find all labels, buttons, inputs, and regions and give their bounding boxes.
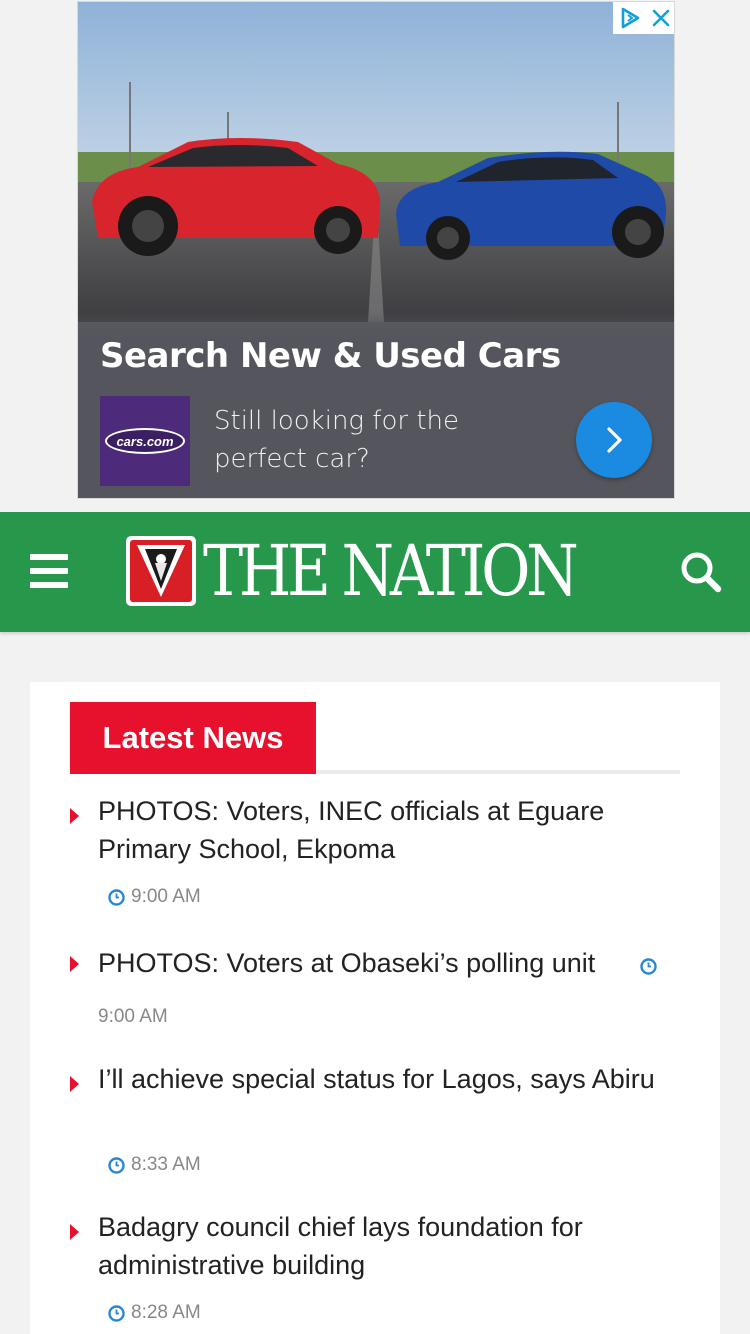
ad-open-button[interactable] <box>576 402 652 478</box>
menu-button[interactable] <box>30 554 68 588</box>
news-timestamp: 8:28 AM <box>108 1302 201 1324</box>
bullet-arrow-icon <box>70 1076 79 1092</box>
nation-emblem-icon <box>126 536 196 606</box>
section-tabs: Latest News <box>70 702 680 774</box>
adchoices-icon[interactable] <box>618 6 642 30</box>
site-header: THE NATION <box>0 512 750 632</box>
search-icon <box>681 552 722 593</box>
site-logo[interactable]: THE NATION <box>125 534 635 608</box>
bullet-arrow-icon <box>70 956 79 972</box>
advertiser-logo[interactable]: cars.com <box>100 396 190 486</box>
chevron-right-icon <box>607 427 622 453</box>
advertisement-banner[interactable]: Search New & Used Cars cars.com Still lo… <box>77 1 675 499</box>
bullet-arrow-icon <box>70 808 79 824</box>
clock-icon <box>640 958 657 975</box>
tab-latest-news[interactable]: Latest News <box>70 702 316 774</box>
news-headline[interactable]: I’ll achieve special status for Lagos, s… <box>98 1060 658 1098</box>
news-timestamp: 9:00 AM <box>98 1006 168 1028</box>
search-button[interactable] <box>678 549 724 595</box>
advertiser-logo-text: cars.com <box>105 428 185 454</box>
news-timestamp: 8:33 AM <box>108 1154 201 1176</box>
clock-icon <box>108 1304 125 1322</box>
news-headline[interactable]: PHOTOS: Voters, INEC officials at Eguare… <box>98 792 658 868</box>
news-time: 9:00 AM <box>131 886 201 907</box>
clock-icon <box>108 1156 125 1174</box>
news-time: 8:33 AM <box>131 1154 201 1175</box>
news-headline[interactable]: Badagry council chief lays foundation fo… <box>98 1208 658 1284</box>
news-time: 9:00 AM <box>98 1006 168 1027</box>
clock-icon <box>108 888 125 906</box>
news-time: 8:28 AM <box>131 1302 201 1323</box>
site-name: THE NATION <box>203 530 579 612</box>
ad-title[interactable]: Search New & Used Cars <box>100 336 561 376</box>
ad-car-photo <box>78 2 674 322</box>
news-headline[interactable]: PHOTOS: Voters at Obaseki’s polling unit <box>98 944 658 982</box>
ad-description[interactable]: Still looking for the perfect car? <box>214 402 554 478</box>
close-icon[interactable] <box>651 8 671 28</box>
news-timestamp: 9:00 AM <box>108 886 201 908</box>
bullet-arrow-icon <box>70 1224 79 1240</box>
hamburger-menu-icon <box>30 554 68 560</box>
latest-news-card: Latest News PHOTOS: Voters, INEC officia… <box>30 682 720 1334</box>
ad-choices[interactable] <box>613 2 674 34</box>
